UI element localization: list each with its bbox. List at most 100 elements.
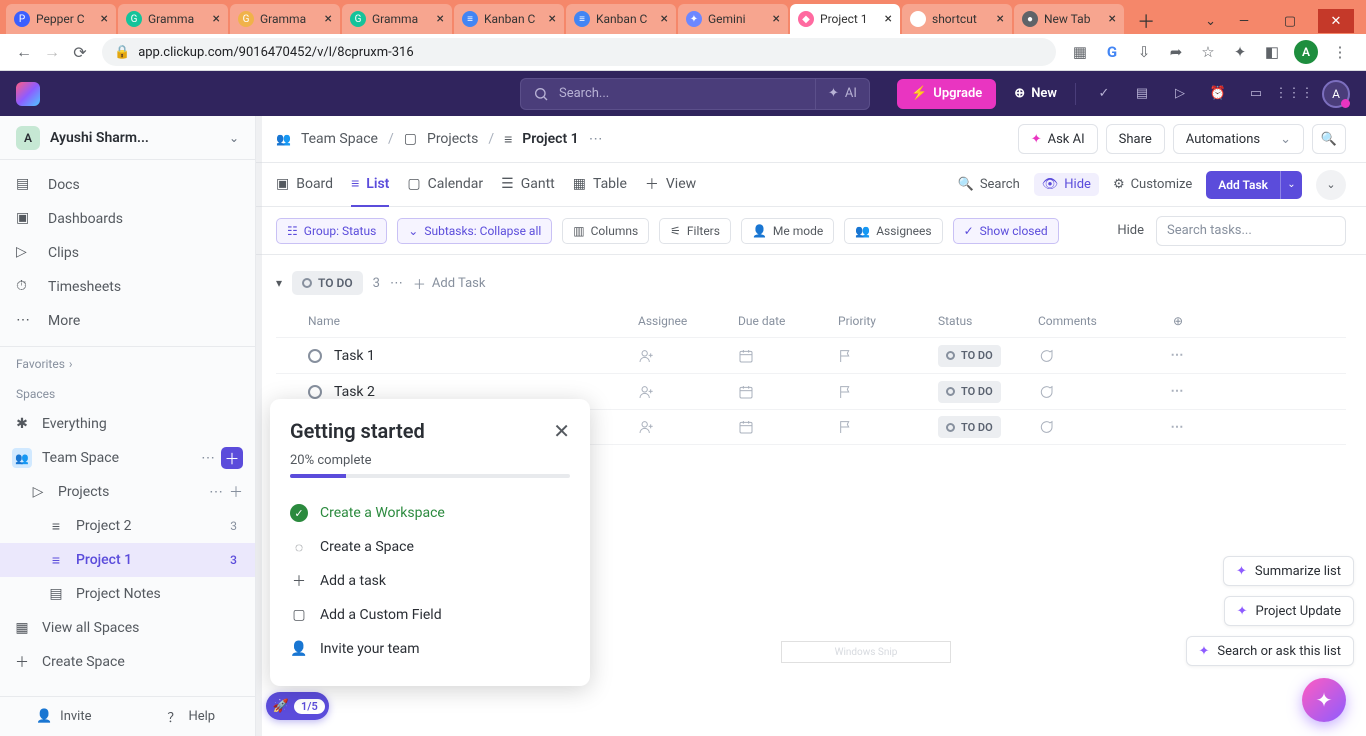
sidebar-item-team-space[interactable]: 👥 Team Space ⋯＋ xyxy=(0,441,255,475)
sidebar-item-projects-folder[interactable]: ▷ Projects ⋯＋ xyxy=(0,475,255,509)
add-space-button[interactable]: ＋ xyxy=(221,447,243,469)
add-view[interactable]: ＋View xyxy=(645,163,696,207)
close-icon[interactable]: × xyxy=(773,11,780,27)
sidebar-item-view-all-spaces[interactable]: ▦View all Spaces xyxy=(0,611,255,645)
invite-button[interactable]: 👤Invite xyxy=(0,697,128,736)
sidebar-item-everything[interactable]: ✱Everything xyxy=(0,407,255,441)
browser-tab[interactable]: Gshortcut× xyxy=(902,4,1012,34)
global-search[interactable]: Search... xyxy=(520,78,815,110)
status-dot-icon[interactable] xyxy=(308,385,322,399)
newtab-plus-icon[interactable]: ＋ xyxy=(1137,8,1155,34)
extensions-icon[interactable]: ✦ xyxy=(1230,42,1250,62)
plus-icon[interactable]: ＋ xyxy=(229,482,243,502)
col-due[interactable]: Due date xyxy=(738,314,838,328)
translate-icon[interactable]: ▦ xyxy=(1070,42,1090,62)
close-icon[interactable]: × xyxy=(549,11,556,27)
sidepanel-icon[interactable]: ◧ xyxy=(1262,42,1282,62)
install-icon[interactable]: ⇩ xyxy=(1134,42,1154,62)
user-avatar[interactable]: A xyxy=(1322,80,1350,108)
col-status[interactable]: Status xyxy=(938,314,1038,328)
list-search[interactable]: 🔍Search xyxy=(958,177,1020,192)
customize-button[interactable]: ⚙Customize xyxy=(1113,177,1192,192)
step-indicator[interactable]: 🚀 1/5 xyxy=(266,692,329,720)
ask-ai-button[interactable]: ✦Ask AI xyxy=(1018,124,1098,154)
task-name[interactable]: Task 1 xyxy=(334,348,638,364)
add-task-dropdown[interactable]: ⌄ xyxy=(1280,171,1302,199)
browser-tab[interactable]: ≡Kanban C× xyxy=(454,4,564,34)
alarm-icon[interactable]: ⏰ xyxy=(1208,84,1228,104)
add-task-button[interactable]: Add Task xyxy=(1206,171,1280,199)
status-dot-icon[interactable] xyxy=(308,349,322,363)
browser-tab[interactable]: GGramma× xyxy=(342,4,452,34)
assignee-cell[interactable] xyxy=(638,348,738,364)
share-icon[interactable]: ➦ xyxy=(1166,42,1186,62)
ai-button[interactable]: ✦ AI xyxy=(815,78,870,110)
close-icon[interactable]: × xyxy=(885,11,892,27)
sidebar-item-project-notes[interactable]: ▤ Project Notes xyxy=(0,577,255,611)
sidebar-item-create-space[interactable]: ＋Create Space xyxy=(0,645,255,679)
nav-reload[interactable]: ⟳ xyxy=(66,38,94,66)
chevron-down-icon[interactable]: ⌄ xyxy=(1205,14,1216,29)
status-pill[interactable]: TO DO xyxy=(292,271,363,295)
me-mode-chip[interactable]: 👤Me mode xyxy=(741,218,834,244)
row-options[interactable]: ⋯ xyxy=(1158,384,1198,399)
more-options[interactable]: ⌄ xyxy=(1316,170,1346,200)
clipboard-icon[interactable]: ▤ xyxy=(1132,84,1152,104)
clickup-logo[interactable] xyxy=(16,82,40,106)
assignee-cell[interactable] xyxy=(638,419,738,435)
more-icon[interactable]: ⋯ xyxy=(390,276,403,291)
project-update-button[interactable]: ✦Project Update xyxy=(1224,596,1354,626)
more-icon[interactable]: ⋯ xyxy=(201,450,215,466)
onboarding-step[interactable]: ✓Create a Workspace xyxy=(290,496,570,530)
breadcrumb-projects[interactable]: Projects xyxy=(427,131,478,147)
close-icon[interactable]: × xyxy=(101,11,108,27)
comments-cell[interactable] xyxy=(1038,348,1158,364)
window-maximize[interactable]: ▢ xyxy=(1272,9,1308,33)
priority-cell[interactable] xyxy=(838,419,938,435)
view-gantt[interactable]: ☰Gantt xyxy=(501,163,555,207)
check-circle-icon[interactable]: ✓ xyxy=(1094,84,1114,104)
sidebar-item-project-2[interactable]: ≡ Project 2 3 xyxy=(0,509,255,543)
col-assignee[interactable]: Assignee xyxy=(638,314,738,328)
upgrade-button[interactable]: ⚡ Upgrade xyxy=(897,79,996,109)
browser-tab[interactable]: PPepper C× xyxy=(6,4,116,34)
close-icon[interactable]: × xyxy=(997,11,1004,27)
search-tasks-input[interactable]: Search tasks... xyxy=(1156,216,1346,246)
sidebar-item-docs[interactable]: ▤Docs xyxy=(0,168,255,202)
onboarding-step[interactable]: ＋Add a task xyxy=(290,564,570,598)
comments-cell[interactable] xyxy=(1038,419,1158,435)
browser-tab[interactable]: ●New Tab× xyxy=(1014,4,1124,34)
due-date-cell[interactable] xyxy=(738,384,838,400)
status-cell[interactable]: TO DO xyxy=(938,381,1038,403)
task-name[interactable]: Task 2 xyxy=(334,384,638,400)
favorites-header[interactable]: Favorites › xyxy=(0,347,255,377)
close-icon[interactable]: × xyxy=(325,11,332,27)
search-icon-button[interactable]: 🔍 xyxy=(1312,124,1346,154)
new-button[interactable]: ⊕ New xyxy=(1014,86,1057,101)
due-date-cell[interactable] xyxy=(738,419,838,435)
browser-tab[interactable]: GGramma× xyxy=(230,4,340,34)
hide-filters[interactable]: Hide xyxy=(1117,223,1144,238)
add-task-inline[interactable]: ＋Add Task xyxy=(413,274,486,293)
sidebar-item-clips[interactable]: ▷Clips xyxy=(0,236,255,270)
filters-chip[interactable]: ⚟Filters xyxy=(659,218,731,244)
help-button[interactable]: ？Help xyxy=(128,697,256,736)
window-close[interactable]: ✕ xyxy=(1318,9,1354,33)
status-cell[interactable]: TO DO xyxy=(938,345,1038,367)
summarize-list-button[interactable]: ✦Summarize list xyxy=(1223,556,1354,586)
view-board[interactable]: ▣Board xyxy=(276,163,333,207)
assignee-cell[interactable] xyxy=(638,384,738,400)
more-icon[interactable]: ⋯ xyxy=(209,484,223,500)
breadcrumb-team[interactable]: Team Space xyxy=(301,131,378,147)
priority-cell[interactable] xyxy=(838,384,938,400)
status-cell[interactable]: TO DO xyxy=(938,416,1038,438)
nav-back[interactable]: ← xyxy=(10,38,38,66)
close-icon[interactable]: × xyxy=(437,11,444,27)
video-icon[interactable]: ▷ xyxy=(1170,84,1190,104)
window-minimize[interactable]: ― xyxy=(1226,9,1262,33)
kebab-menu-icon[interactable]: ⋮ xyxy=(1330,42,1350,62)
doc-icon[interactable]: ▭ xyxy=(1246,84,1266,104)
col-priority[interactable]: Priority xyxy=(838,314,938,328)
sidebar-item-project-1[interactable]: ≡ Project 1 3 xyxy=(0,543,255,577)
show-closed-chip[interactable]: ✓Show closed xyxy=(953,218,1059,244)
